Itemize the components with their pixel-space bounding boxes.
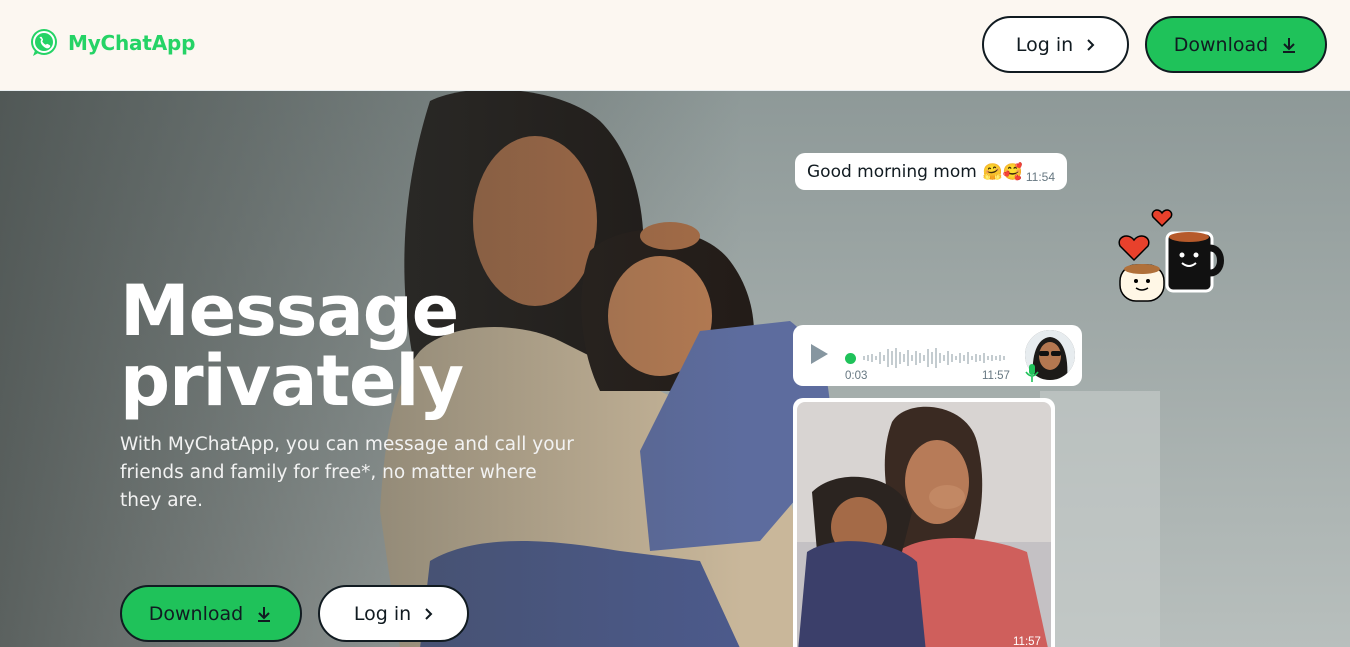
hero-download-label: Download	[148, 602, 244, 625]
photo-message-time: 11:57	[1013, 636, 1041, 647]
brand-logo[interactable]: MyChatApp	[28, 27, 195, 59]
chat-photo-image	[797, 402, 1051, 647]
play-icon[interactable]	[808, 343, 830, 365]
download-icon	[258, 606, 271, 622]
hero-login-button[interactable]: Log in	[318, 585, 469, 642]
voice-progress-dot[interactable]	[845, 353, 856, 364]
chevron-right-icon	[1087, 38, 1095, 51]
voice-waveform	[863, 348, 1005, 368]
voice-elapsed-time: 0:03	[845, 370, 868, 382]
chat-text-bubble: Good morning mom 🤗🥰 11:54	[795, 153, 1067, 190]
chat-photo[interactable]	[797, 402, 1051, 647]
header-login-label: Log in	[1015, 33, 1074, 56]
download-icon	[1283, 37, 1296, 53]
chat-voice-bubble: 0:03 11:57	[793, 325, 1082, 386]
brand-name: MyChatApp	[68, 31, 196, 55]
site-header: MyChatApp Log in Download	[0, 0, 1350, 90]
chat-message-emoji: 🤗🥰	[982, 163, 1023, 181]
voice-message-time: 11:57	[982, 370, 1010, 382]
hero-login-label: Log in	[353, 602, 412, 625]
mic-icon	[1025, 364, 1039, 382]
headline-line-2: privately	[120, 340, 464, 422]
header-download-button[interactable]: Download	[1145, 16, 1327, 73]
chat-photo-bubble: 11:57	[793, 398, 1055, 647]
header-download-label: Download	[1173, 33, 1269, 56]
chevron-right-icon	[425, 607, 433, 620]
header-login-button[interactable]: Log in	[982, 16, 1129, 73]
hero-section: Message privately With MyChatApp, you ca…	[0, 90, 1350, 647]
whatsapp-logo-icon	[31, 29, 57, 56]
hero-download-button[interactable]: Download	[120, 585, 302, 642]
coffee-sticker-icon	[1118, 209, 1224, 302]
chat-message-text: Good morning mom	[807, 161, 977, 182]
hero-subtext: With MyChatApp, you can message and call…	[120, 434, 574, 511]
chat-message-time: 11:54	[1025, 170, 1055, 184]
hero-headline: Message privately	[120, 276, 464, 416]
